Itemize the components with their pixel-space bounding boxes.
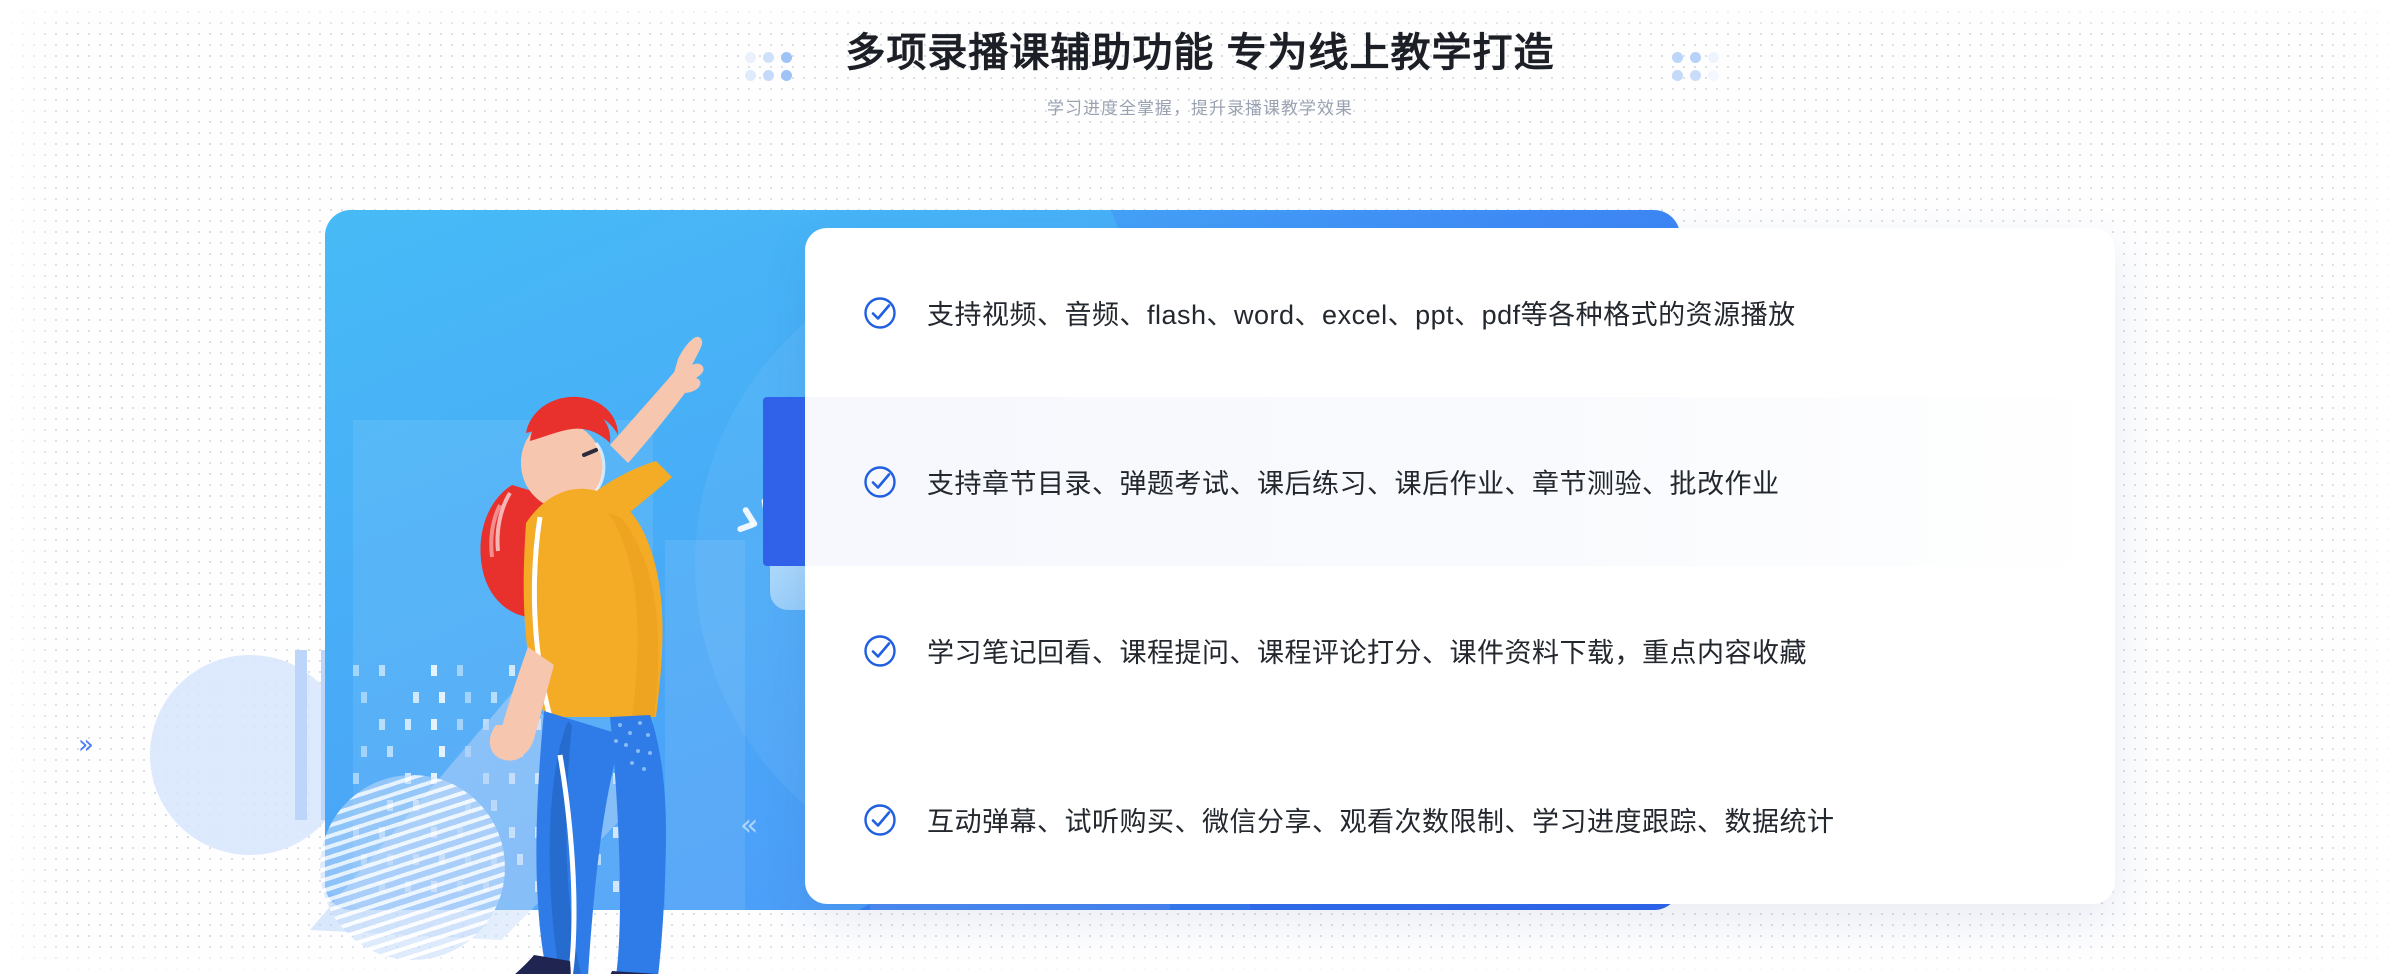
pointing-person-illustration: [460, 255, 800, 974]
feature-list: 支持视频、音频、flash、word、excel、ppt、pdf等各种格式的资源…: [805, 228, 2115, 904]
feature-row[interactable]: 支持章节目录、弹题考试、课后练习、课后作业、章节测验、批改作业: [805, 397, 2115, 566]
feature-label: 支持章节目录、弹题考试、课后练习、课后作业、章节测验、批改作业: [927, 462, 1780, 501]
page-header: 多项录播课辅助功能 专为线上教学打造 学习进度全掌握，提升录播课教学效果: [0, 0, 2400, 119]
dash-tick: [379, 719, 385, 730]
feature-label: 支持视频、音频、flash、word、excel、ppt、pdf等各种格式的资源…: [927, 293, 1796, 332]
dash-tick: [361, 746, 367, 757]
dash-tick: [405, 719, 411, 730]
check-circle-icon: [863, 803, 897, 837]
dash-tick: [431, 719, 437, 730]
dash-tick: [353, 773, 359, 784]
page-title: 多项录播课辅助功能 专为线上教学打造: [0, 28, 2400, 78]
dash-tick: [413, 692, 419, 703]
check-circle-icon: [863, 296, 897, 330]
dash-tick: [353, 665, 359, 676]
features-card: 支持视频、音频、flash、word、excel、ppt、pdf等各种格式的资源…: [805, 228, 2115, 904]
feature-row[interactable]: 学习笔记回看、课程提问、课程评论打分、课件资料下载，重点内容收藏: [805, 566, 2115, 735]
dash-tick: [361, 692, 367, 703]
dash-tick: [387, 746, 393, 757]
dash-tick: [439, 692, 445, 703]
dash-tick: [439, 746, 445, 757]
chevron-right-icon: »: [78, 730, 94, 760]
feature-row[interactable]: 互动弹幕、试听购买、微信分享、观看次数限制、学习进度跟踪、数据统计: [805, 735, 2115, 904]
dash-tick: [379, 665, 385, 676]
dash-tick: [431, 665, 437, 676]
page-root: 多项录播课辅助功能 专为线上教学打造 学习进度全掌握，提升录播课教学效果 » «…: [0, 0, 2400, 974]
check-circle-icon: [863, 465, 897, 499]
feature-label: 学习笔记回看、课程提问、课程评论打分、课件资料下载，重点内容收藏: [927, 631, 1807, 670]
page-subtitle: 学习进度全掌握，提升录播课教学效果: [0, 94, 2400, 119]
feature-row[interactable]: 支持视频、音频、flash、word、excel、ppt、pdf等各种格式的资源…: [805, 228, 2115, 397]
feature-label: 互动弹幕、试听购买、微信分享、观看次数限制、学习进度跟踪、数据统计: [927, 800, 1835, 839]
check-circle-icon: [863, 634, 897, 668]
